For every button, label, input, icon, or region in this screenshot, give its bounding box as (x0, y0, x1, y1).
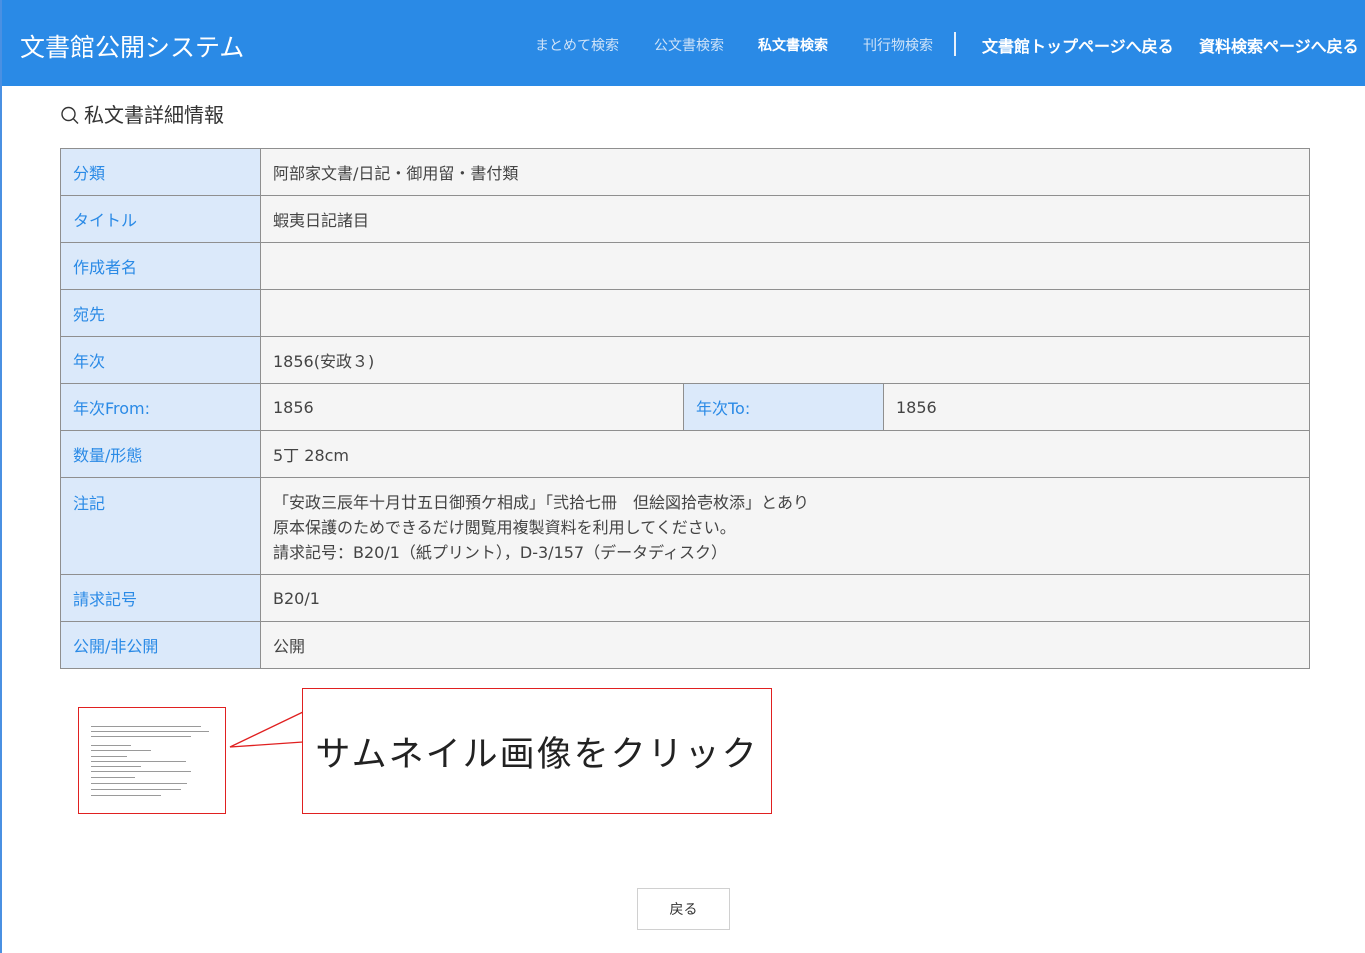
thumbnail-text-line (91, 766, 141, 767)
thumbnail-text-line (91, 731, 209, 732)
thumbnail-text-line (91, 777, 135, 778)
thumbnail-text-line (91, 771, 191, 772)
page-title: 私文書詳細情報 (60, 99, 224, 127)
detail-table: 分類 阿部家文書/日記・御用留・書付類 タイトル 蝦夷日記諸目 作成者名 宛先 … (60, 148, 1311, 669)
year-from-label: 年次From: (60, 383, 261, 431)
table-row: 年次From: 1856 年次To: 1856 (60, 383, 1311, 431)
note-line: 原本保護のためできるだけ閲覧用複製資料を利用してください。 (273, 517, 736, 537)
nav-separator (954, 32, 956, 56)
note-line: 請求記号：B20/1（紙プリント），D-3/157（データディスク） (273, 542, 727, 562)
thumbnail-text-line (91, 745, 131, 746)
table-row: 数量/形態 5丁 28cm (60, 430, 1311, 478)
table-row: 注記 「安政三辰年十月廿五日御預ケ相成」「弐拾七冊 但絵図拾壱枚添」とあり 原本… (60, 477, 1311, 575)
field-label: 分類 (60, 148, 261, 196)
left-edge-rule (0, 0, 2, 953)
field-label: 注記 (60, 477, 261, 575)
field-label: 年次 (60, 336, 261, 384)
note-value: 「安政三辰年十月廿五日御預ケ相成」「弐拾七冊 但絵図拾壱枚添」とあり 原本保護の… (259, 477, 1311, 575)
nav-bulk-search[interactable]: まとめて検索 (535, 35, 619, 55)
callout-text: サムネイル画像をクリック (315, 734, 759, 775)
document-thumbnail[interactable] (78, 707, 226, 814)
nav-public-doc-search[interactable]: 公文書検索 (654, 35, 724, 55)
thumbnail-text-line (91, 789, 181, 790)
field-value (259, 242, 1311, 290)
link-archive-top[interactable]: 文書館トップページへ戻る (982, 33, 1174, 57)
table-row: 分類 阿部家文書/日記・御用留・書付類 (60, 148, 1311, 196)
field-label: 公開/非公開 (60, 621, 261, 669)
table-row: 請求記号 B20/1 (60, 574, 1311, 622)
year-to-label: 年次To: (683, 383, 884, 431)
field-value: 阿部家文書/日記・御用留・書付類 (259, 148, 1311, 196)
header-bar: 文書館公開システム まとめて検索 公文書検索 私文書検索 刊行物検索 文書館トッ… (2, 0, 1365, 86)
back-button[interactable]: 戻る (637, 888, 730, 930)
page-title-text: 私文書詳細情報 (84, 103, 224, 127)
table-row: 作成者名 (60, 242, 1311, 290)
thumbnail-text-line (91, 726, 201, 727)
field-label: 数量/形態 (60, 430, 261, 478)
thumbnail-text-line (91, 756, 127, 757)
field-label: 宛先 (60, 289, 261, 337)
field-value: 5丁 28cm (259, 430, 1311, 478)
field-label: 請求記号 (60, 574, 261, 622)
table-row: 宛先 (60, 289, 1311, 337)
table-row: 年次 1856(安政３) (60, 336, 1311, 384)
year-to-value: 1856 (882, 383, 1311, 431)
thumbnail-text-line (91, 736, 191, 737)
table-row: タイトル 蝦夷日記諸目 (60, 195, 1311, 243)
main-nav: まとめて検索 公文書検索 私文書検索 刊行物検索 文書館トップページへ戻る 資料… (2, 32, 1365, 57)
table-row: 公開/非公開 公開 (60, 621, 1311, 669)
link-search-page[interactable]: 資料検索ページへ戻る (1199, 33, 1359, 57)
thumbnail-text-line (91, 783, 187, 784)
thumbnail-callout: サムネイル画像をクリック (302, 688, 772, 814)
field-value: B20/1 (259, 574, 1311, 622)
field-value: 蝦夷日記諸目 (259, 195, 1311, 243)
field-value: 公開 (259, 621, 1311, 669)
thumbnail-text-line (91, 750, 151, 751)
thumbnail-text-line (91, 795, 161, 796)
field-value (259, 289, 1311, 337)
nav-publication-search[interactable]: 刊行物検索 (863, 35, 933, 55)
field-value: 1856(安政３) (259, 336, 1311, 384)
year-from-value: 1856 (260, 383, 684, 431)
search-icon (60, 105, 80, 125)
field-label: タイトル (60, 195, 261, 243)
nav-private-doc-search[interactable]: 私文書検索 (758, 35, 828, 55)
field-label: 作成者名 (60, 242, 261, 290)
thumbnail-text-line (91, 761, 186, 762)
note-line: 「安政三辰年十月廿五日御預ケ相成」「弐拾七冊 但絵図拾壱枚添」とあり (273, 492, 810, 512)
